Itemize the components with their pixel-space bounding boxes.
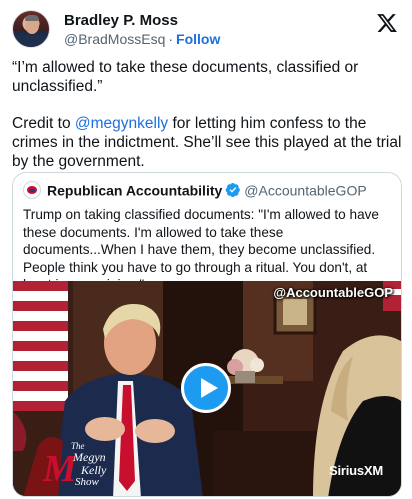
network-logo: SiriusXM bbox=[328, 463, 383, 478]
x-logo-icon[interactable] bbox=[376, 12, 398, 34]
credit-prefix: Credit to bbox=[12, 115, 75, 132]
author-name[interactable]: Bradley P. Moss bbox=[64, 12, 178, 29]
mention-link[interactable]: @megynkelly bbox=[75, 115, 168, 132]
show-logo-initial: M bbox=[43, 448, 77, 490]
tweet-header: Bradley P. Moss @BradMossEsq · Follow bbox=[12, 10, 402, 50]
tweet-card: Bradley P. Moss @BradMossEsq · Follow “I’m… bbox=[0, 0, 412, 499]
quoted-tweet[interactable]: Republican Accountability @AccountableGOP… bbox=[12, 172, 402, 497]
separator-dot: · bbox=[168, 31, 174, 47]
verified-badge-icon bbox=[226, 183, 241, 198]
quoted-author-handle[interactable]: @AccountableGOP bbox=[244, 182, 366, 198]
tweet-text-paragraph-1: “I’m allowed to take these documents, cl… bbox=[12, 59, 359, 95]
quoted-author-name[interactable]: Republican Accountability bbox=[47, 182, 222, 198]
quoted-avatar[interactable] bbox=[23, 181, 41, 200]
video-watermark: @AccountableGOP bbox=[273, 285, 393, 300]
follow-button[interactable]: Follow bbox=[176, 31, 220, 47]
quoted-header: Republican Accountability @AccountableGOP bbox=[23, 181, 367, 201]
author-handle[interactable]: @BradMossEsq bbox=[64, 31, 165, 47]
video-thumbnail[interactable]: @AccountableGOP M The Megyn Kelly Show S… bbox=[13, 281, 401, 496]
author-handle-line: @BradMossEsq · Follow bbox=[64, 31, 220, 47]
show-logo-line4: Show bbox=[75, 476, 99, 488]
author-avatar[interactable] bbox=[12, 10, 50, 48]
play-icon[interactable] bbox=[181, 363, 231, 413]
tweet-text-paragraph-2: Credit to @megynkelly for letting him co… bbox=[12, 114, 402, 171]
show-logo: M The Megyn Kelly Show bbox=[43, 441, 115, 491]
